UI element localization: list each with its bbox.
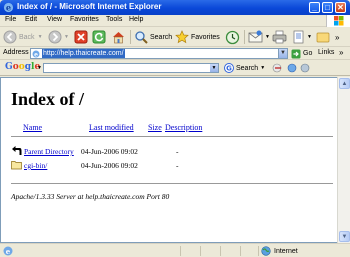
title-bar[interactable]: e Index of / - Microsoft Internet Explor… xyxy=(0,0,350,15)
printer-icon xyxy=(272,30,287,44)
forward-button[interactable]: ▼ xyxy=(48,29,69,45)
svg-text:G: G xyxy=(226,65,232,73)
toolbar-overflow-button[interactable]: » xyxy=(335,29,339,45)
menu-help[interactable]: Help xyxy=(129,16,143,23)
home-button[interactable] xyxy=(111,29,126,45)
menu-favorites[interactable]: Favorites xyxy=(70,16,99,23)
toolbar-separator xyxy=(130,30,131,44)
scroll-up-button[interactable]: ▲ xyxy=(339,78,350,89)
menu-bar: File Edit View Favorites Tools Help xyxy=(0,15,350,27)
svg-text:e: e xyxy=(6,3,11,13)
server-signature: Apache/1.3.33 Server at help.thaicreate.… xyxy=(11,192,170,201)
scroll-down-button[interactable]: ▼ xyxy=(339,231,350,242)
minimize-button[interactable]: _ xyxy=(309,2,320,13)
mail-button[interactable]: ▼ xyxy=(248,29,270,45)
status-segment xyxy=(258,246,259,256)
page-viewport[interactable]: Index of / Name Last modified Size Descr… xyxy=(0,77,337,243)
toolbar-separator xyxy=(244,30,245,44)
forward-arrow-icon xyxy=(48,30,62,44)
star-icon xyxy=(175,30,189,44)
search-icon xyxy=(135,31,148,44)
refresh-button[interactable] xyxy=(92,29,106,45)
security-zone[interactable]: Internet xyxy=(261,246,298,256)
row-size: - xyxy=(176,161,179,170)
folder-icon xyxy=(11,161,22,170)
google-search-input[interactable]: ▼ xyxy=(43,63,219,73)
search-button[interactable]: Search xyxy=(134,29,172,45)
standard-toolbar: Back ▼ ▼ Search Favorites ▼ ▼ » xyxy=(0,27,350,47)
google-toolbar: Google ▼ ▼ G Search ▼ xyxy=(0,60,350,76)
history-button[interactable] xyxy=(225,29,240,45)
google-search-dropdown[interactable]: ▼ xyxy=(210,64,218,72)
go-button[interactable]: Go xyxy=(291,48,312,59)
back-arrow-icon xyxy=(3,30,17,44)
address-label: Address xyxy=(3,49,29,56)
status-segment xyxy=(240,246,241,256)
page-heading: Index of / xyxy=(11,89,85,109)
header-divider xyxy=(11,136,333,137)
back-arrow-icon xyxy=(12,146,22,155)
menu-file[interactable]: File xyxy=(5,16,16,23)
back-button[interactable]: Back ▼ xyxy=(3,29,43,45)
google-search-button[interactable]: G Search ▼ xyxy=(224,63,265,73)
column-header-description[interactable]: Description xyxy=(165,123,202,132)
address-url: http://help.thaicreate.com/ xyxy=(42,49,125,58)
google-menu-dropdown[interactable]: ▼ xyxy=(37,65,42,71)
links-overflow-button[interactable]: » xyxy=(339,48,343,57)
google-g-icon: G xyxy=(224,63,234,73)
row-name[interactable]: cgi-bin/ xyxy=(24,161,47,170)
google-logo[interactable]: Google xyxy=(5,62,40,72)
pagerank-icon[interactable] xyxy=(272,63,284,73)
listing-row-cgi-bin: cgi-bin/ 04-Jun-2006 09:02 - xyxy=(11,159,331,171)
column-header-name[interactable]: Name xyxy=(23,123,42,132)
row-name[interactable]: Parent Directory xyxy=(24,147,74,156)
page-icon: e xyxy=(32,50,40,58)
listing-row-parent: . Parent Directory 04-Jun-2006 09:02 - xyxy=(11,145,331,157)
address-input[interactable]: e http://help.thaicreate.com/ ▼ xyxy=(30,48,288,59)
menu-tools[interactable]: Tools xyxy=(106,16,122,23)
refresh-icon xyxy=(92,30,106,44)
links-button[interactable]: Links xyxy=(318,49,334,56)
page-done-icon: e xyxy=(3,246,13,256)
svg-text:e: e xyxy=(6,247,11,256)
edit-document-icon xyxy=(293,30,304,44)
maximize-button[interactable]: □ xyxy=(322,2,333,13)
globe-icon xyxy=(261,246,271,256)
status-segment xyxy=(180,246,181,256)
stop-icon xyxy=(74,30,88,44)
popup-blocker-icon[interactable] xyxy=(287,63,297,73)
status-bar: e Internet xyxy=(0,243,350,257)
print-button[interactable] xyxy=(272,29,287,45)
mail-icon xyxy=(248,30,263,43)
edit-button[interactable]: ▼ xyxy=(292,29,312,45)
status-segment xyxy=(200,246,201,256)
svg-text:e: e xyxy=(34,52,38,59)
favorites-button[interactable]: Favorites xyxy=(175,29,220,45)
row-modified: 04-Jun-2006 09:02 xyxy=(81,147,138,156)
row-size: - xyxy=(176,147,179,156)
folder-icon xyxy=(316,32,330,43)
window-title: Index of / - Microsoft Internet Explorer xyxy=(17,2,162,11)
address-dropdown-button[interactable]: ▼ xyxy=(278,49,287,58)
windows-logo-icon xyxy=(334,16,344,26)
history-icon xyxy=(225,30,240,44)
menu-edit[interactable]: Edit xyxy=(25,16,37,23)
home-icon xyxy=(113,32,124,44)
windows-flag-logo xyxy=(326,15,350,27)
column-header-last-modified[interactable]: Last modified xyxy=(89,123,134,132)
stop-button[interactable] xyxy=(74,29,88,45)
menu-view[interactable]: View xyxy=(47,16,62,23)
close-button[interactable]: ✕ xyxy=(335,2,346,13)
messenger-button[interactable] xyxy=(316,29,330,45)
row-modified: 04-Jun-2006 09:02 xyxy=(81,161,138,170)
status-segment xyxy=(220,246,221,256)
go-arrow-icon xyxy=(291,49,301,58)
column-header-size[interactable]: Size xyxy=(148,123,162,132)
autofill-icon[interactable] xyxy=(300,63,310,73)
ie-logo-icon: e xyxy=(3,3,14,13)
address-bar: Address e http://help.thaicreate.com/ ▼ … xyxy=(0,47,350,60)
vertical-scrollbar[interactable]: ▲ ▼ xyxy=(337,77,350,243)
footer-divider xyxy=(11,183,333,184)
